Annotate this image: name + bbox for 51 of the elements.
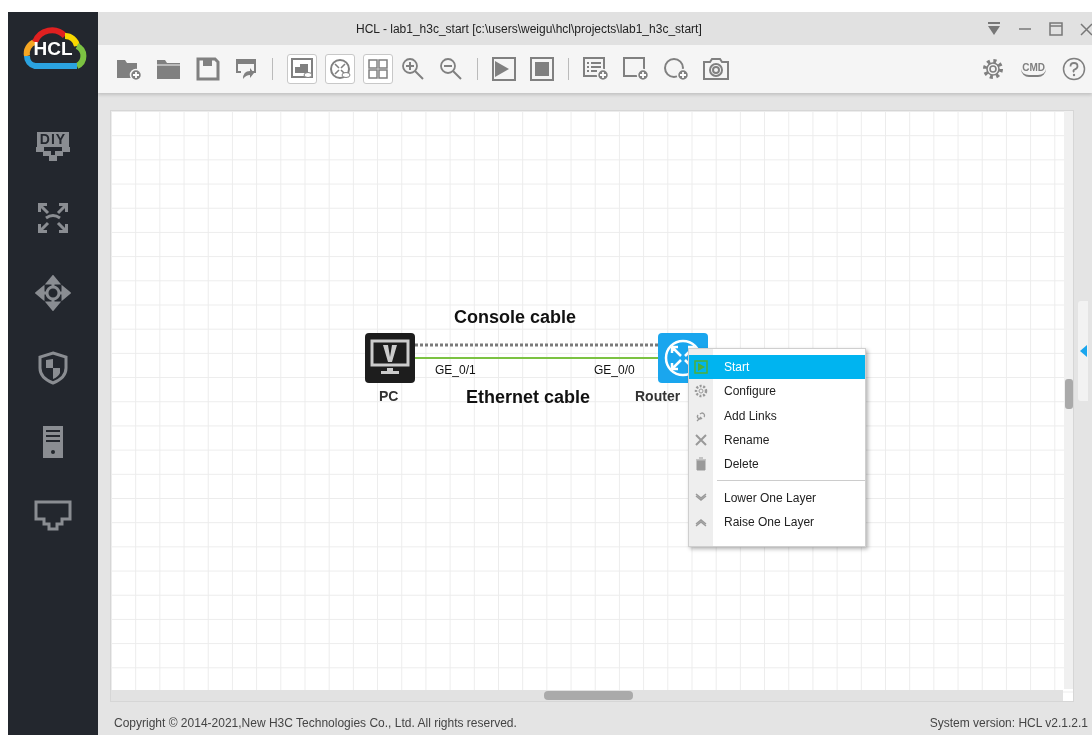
- device-label: PC: [379, 388, 399, 404]
- close-icon[interactable]: [1080, 22, 1092, 36]
- vertical-scrollbar[interactable]: [1064, 111, 1074, 689]
- diy-button[interactable]: DIY: [33, 132, 73, 161]
- add-list-icon[interactable]: [583, 57, 609, 81]
- play-icon: [694, 360, 708, 375]
- help-icon[interactable]: [1062, 57, 1086, 81]
- shield-icon[interactable]: [38, 351, 68, 385]
- panel-toggle[interactable]: [1078, 301, 1088, 401]
- device-label: Router: [635, 388, 681, 404]
- port-label: GE_0/1: [435, 363, 476, 377]
- server-icon[interactable]: [42, 425, 64, 459]
- grid-view-button[interactable]: [363, 54, 393, 84]
- menu-item[interactable]: Delete: [689, 452, 865, 477]
- version-text: System version: HCL v2.1.2.1: [929, 715, 1088, 730]
- play-icon[interactable]: [492, 57, 516, 81]
- settings-icon[interactable]: [981, 57, 1006, 81]
- logo: HCL: [13, 26, 93, 70]
- export-icon[interactable]: [234, 57, 258, 81]
- trash-icon: [694, 457, 708, 472]
- gear-icon: [694, 384, 708, 399]
- horizontal-scrollbar[interactable]: [111, 690, 1064, 701]
- zoom-in-icon[interactable]: [401, 57, 425, 81]
- menu-item[interactable]: Lower One Layer: [689, 485, 865, 510]
- camera-icon[interactable]: [703, 57, 729, 81]
- copyright-text: Copyright © 2014-2021,New H3C Technologies Co., Ltd. All rights reserved.: [114, 715, 517, 730]
- stop-icon[interactable]: [530, 57, 554, 81]
- move-arrows-icon[interactable]: [35, 275, 71, 311]
- menu-item[interactable]: Add Links: [689, 403, 865, 428]
- maximize-icon[interactable]: [1049, 22, 1063, 36]
- folder-icon[interactable]: [156, 57, 182, 81]
- cmd-button[interactable]: CMD: [1021, 61, 1046, 77]
- zoom-out-icon[interactable]: [439, 57, 463, 81]
- window-title: HCL - lab1_h3c_start [c:\users\weigu\hcl\projects\lab1_h3c_start]: [356, 21, 702, 36]
- port-label: GE_0/0: [594, 363, 635, 377]
- router-view-button[interactable]: [325, 54, 355, 84]
- menu-item[interactable]: Raise One Layer: [689, 509, 865, 535]
- device-view-button[interactable]: [287, 54, 317, 84]
- save-icon[interactable]: [196, 57, 220, 81]
- menu-item[interactable]: Rename: [689, 427, 865, 453]
- left-arrow-icon: [1079, 345, 1087, 357]
- cable-label: Ethernet cable: [466, 387, 591, 408]
- add-circle-icon[interactable]: [663, 57, 689, 81]
- pc-icon[interactable]: [365, 333, 415, 383]
- new-folder-icon[interactable]: [116, 57, 142, 81]
- cable-label: Console cable: [454, 307, 577, 328]
- ethernet-port-icon[interactable]: [33, 499, 73, 531]
- add-rectangle-icon[interactable]: [623, 57, 649, 81]
- dropdown-icon[interactable]: [987, 22, 1001, 36]
- router-icon[interactable]: [36, 201, 70, 235]
- menu-item[interactable]: Configure: [689, 379, 865, 404]
